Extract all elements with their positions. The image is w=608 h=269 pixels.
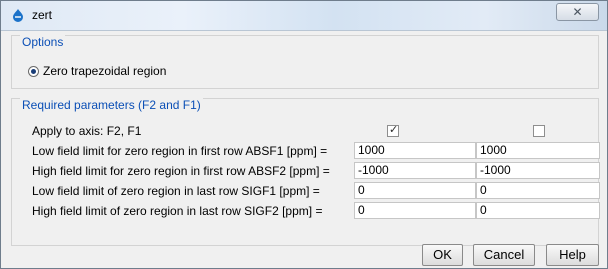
required-group-title: Required parameters (F2 and F1) [20,98,203,112]
sigf1-f1-field[interactable]: 0 [476,182,600,199]
sigf2-f1-field[interactable]: 0 [476,202,600,219]
absf2-f2-field[interactable]: -1000 [354,162,476,179]
apply-f1-checkbox[interactable] [533,125,545,137]
close-icon: ✕ [572,5,583,19]
close-button[interactable]: ✕ [556,3,599,21]
radio-selected-dot [31,68,36,74]
sigf2-label: High field limit of zero region in last … [32,204,323,218]
radio-button[interactable] [28,65,39,77]
help-button[interactable]: Help [546,244,599,266]
window-title: zert [32,8,53,22]
absf2-f1-field[interactable]: -1000 [476,162,600,179]
options-group: Options Zero trapezoidal region [11,35,599,89]
required-parameters-group: Required parameters (F2 and F1) Apply to… [11,98,600,246]
absf1-label: Low field limit for zero region in first… [32,144,328,158]
options-group-title: Options [20,35,66,49]
ok-button[interactable]: OK [422,244,463,266]
sigf2-f2-field[interactable]: 0 [354,202,476,219]
apply-f2-checkbox[interactable]: ✓ [387,124,399,137]
topspin-app-icon [13,9,23,22]
sigf1-f2-field[interactable]: 0 [354,182,476,199]
absf2-label: High field limit for zero region in firs… [32,164,330,178]
zero-trapezoidal-radio[interactable]: Zero trapezoidal region [28,64,166,78]
check-mark-icon: ✓ [389,124,399,136]
title-bar: zert ✕ [1,1,607,31]
dialog-window: zert ✕ Options Zero trapezoidal region R… [0,0,608,269]
absf1-f2-field[interactable]: 1000 [354,142,476,159]
cancel-button[interactable]: Cancel [473,244,535,266]
radio-label: Zero trapezoidal region [43,64,167,78]
absf1-f1-field[interactable]: 1000 [476,142,600,159]
apply-axis-label: Apply to axis: F2, F1 [32,124,142,138]
sigf1-label: Low field limit of zero region in last r… [32,184,320,198]
